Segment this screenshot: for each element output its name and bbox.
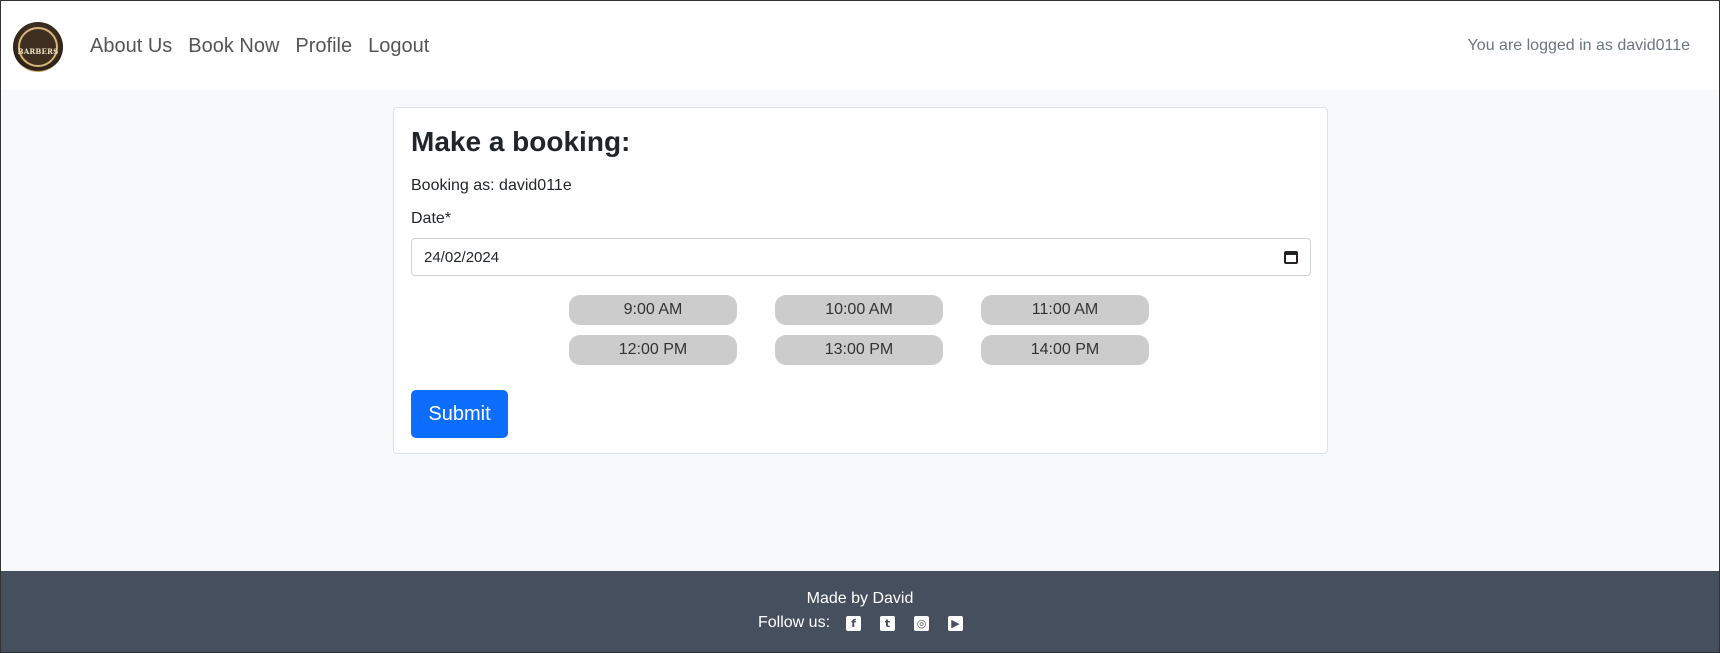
youtube-icon[interactable]: ▶ xyxy=(948,615,964,631)
follow-label: Follow us: xyxy=(758,614,831,631)
booking-card: Make a booking: Booking as: david011e Da… xyxy=(393,107,1328,454)
nav-logout[interactable]: Logout xyxy=(368,35,429,58)
social-links: f t ◎ ▶ xyxy=(846,615,964,631)
nav-about-us[interactable]: About Us xyxy=(90,35,172,58)
logo-text: BARBERS xyxy=(17,47,59,56)
logo-badge: BARBERS xyxy=(18,27,58,67)
footer: Made by David Follow us: f t ◎ ▶ xyxy=(1,571,1719,652)
navbar: BARBERS About Us Book Now Profile Logout… xyxy=(1,1,1719,90)
date-input[interactable]: 24/02/2024 xyxy=(411,238,1311,276)
date-label: Date* xyxy=(411,210,452,227)
follow-us: Follow us: f t ◎ ▶ xyxy=(758,614,964,632)
page-title: Make a booking: xyxy=(411,126,631,157)
time-slot-grid: 9:00 AM 10:00 AM 11:00 AM 12:00 PM 13:00… xyxy=(569,295,1149,365)
time-slot-button[interactable]: 9:00 AM xyxy=(569,295,737,325)
instagram-icon[interactable]: ◎ xyxy=(914,615,930,631)
twitter-icon[interactable]: t xyxy=(880,615,896,631)
time-slot-button[interactable]: 14:00 PM xyxy=(981,335,1149,365)
date-value: 24/02/2024 xyxy=(424,248,500,266)
nav-profile[interactable]: Profile xyxy=(295,35,352,58)
submit-button[interactable]: Submit xyxy=(411,390,508,438)
booking-as-text: Booking as: david011e xyxy=(411,177,572,194)
nav-book-now[interactable]: Book Now xyxy=(188,35,279,58)
made-by-text: Made by David xyxy=(806,590,914,607)
nav-links: About Us Book Now Profile Logout xyxy=(90,35,429,58)
time-slot-button[interactable]: 13:00 PM xyxy=(775,335,943,365)
time-slot-button[interactable]: 11:00 AM xyxy=(981,295,1149,325)
time-slot-button[interactable]: 10:00 AM xyxy=(775,295,943,325)
facebook-icon[interactable]: f xyxy=(846,615,862,631)
time-slot-button[interactable]: 12:00 PM xyxy=(569,335,737,365)
barbers-logo[interactable]: BARBERS xyxy=(13,22,63,72)
calendar-icon[interactable] xyxy=(1284,250,1298,264)
login-status: You are logged in as david011e xyxy=(1467,37,1690,54)
